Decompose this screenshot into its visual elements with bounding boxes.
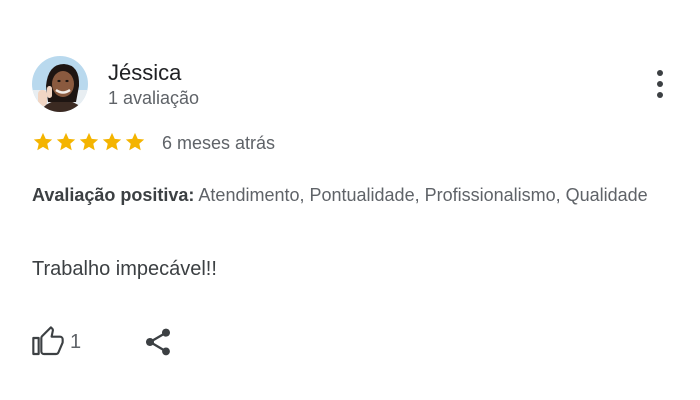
like-button[interactable]: 1 [32,326,81,358]
review-time: 6 meses atrás [162,133,276,153]
positive-aspects: Avaliação positiva: Atendimento, Pontual… [32,182,672,209]
star-rating [32,131,146,153]
review-text: Trabalho impecável!! [32,258,217,280]
more-options-button[interactable] [648,66,672,102]
like-count: 1 [70,330,82,353]
star-icon [33,132,53,151]
more-vert-icon-dot [657,81,663,87]
star-icon [125,132,145,151]
reviewer-name[interactable]: Jéssica [108,60,181,86]
positive-items: Atendimento, Pontualidade, Profissionali… [198,185,648,205]
star-icon [102,132,122,151]
more-vert-icon-dot [657,92,663,98]
thumb-up-outline-icon [32,326,64,356]
avatar-photo [32,56,88,112]
more-vert-icon [657,70,663,76]
positive-label: Avaliação positiva: [32,185,195,205]
share-button[interactable] [142,326,174,363]
star-icon [79,132,99,151]
reviewer-review-count: 1 avaliação [108,88,200,108]
avatar[interactable] [32,56,88,112]
star-icon [56,132,76,151]
share-icon [146,328,170,356]
